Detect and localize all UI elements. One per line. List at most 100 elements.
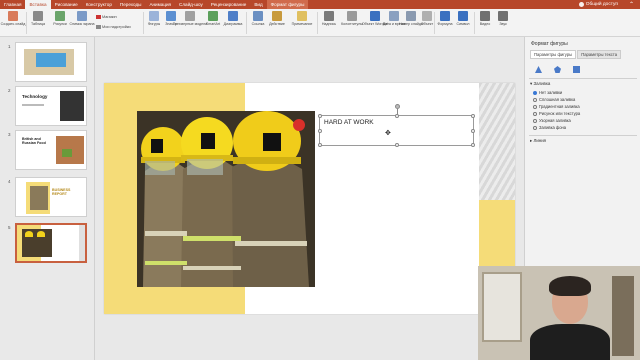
slide-5[interactable]: HARD AT WORK ✥ xyxy=(104,83,515,314)
radio[interactable] xyxy=(533,125,537,130)
tab-animations[interactable]: Анимация xyxy=(145,0,175,9)
textbox-button[interactable]: Надпись xyxy=(318,11,340,26)
resize-handle-e[interactable] xyxy=(471,129,475,133)
thumb-image xyxy=(25,231,33,237)
slide-preview-selected xyxy=(15,223,87,263)
slide-thumbnail-4[interactable]: 4 BUSINESS REPORT xyxy=(0,177,95,217)
slide-thumbnail-3[interactable]: 3 British and Russian Food xyxy=(0,130,95,170)
audio-label: Звук xyxy=(499,22,507,26)
webcam-person-hair xyxy=(549,276,591,296)
resize-handle-s[interactable] xyxy=(395,143,399,147)
cube-icon xyxy=(185,11,195,21)
firefighter-helmets-photo[interactable] xyxy=(137,111,315,287)
header-footer-button[interactable]: Колонтитулы xyxy=(341,11,363,26)
action-button[interactable]: Действие xyxy=(266,11,288,26)
screenshot-icon xyxy=(77,11,87,21)
fill-option-label: Заливка фона xyxy=(539,125,567,130)
screenshot-button[interactable]: Снимок экрана xyxy=(69,11,95,26)
audio-icon xyxy=(498,11,508,21)
3d-models-button[interactable]: Трехмерные модели xyxy=(173,11,207,26)
audio-button[interactable]: Звук xyxy=(492,11,514,26)
store-label: Магазин xyxy=(102,15,117,19)
rotation-handle[interactable] xyxy=(395,104,400,109)
thumb-text-line xyxy=(22,104,44,106)
smartart-label: SmartArt xyxy=(205,22,221,26)
tab-shape-format[interactable]: Формат фигуры xyxy=(266,0,309,9)
slide-title-text[interactable]: HARD AT WORK xyxy=(324,119,374,126)
tab-draw[interactable]: Рисование xyxy=(51,0,82,9)
tab-design[interactable]: Конструктор xyxy=(82,0,116,9)
slide-thumbnail-1[interactable]: 1 xyxy=(0,42,95,82)
slide-number: 3 xyxy=(8,132,11,137)
my-addins-button[interactable]: Мои надстройки xyxy=(96,25,131,29)
radio[interactable] xyxy=(533,104,537,109)
resize-handle-se[interactable] xyxy=(471,143,475,147)
fill-option-background[interactable]: Заливка фона xyxy=(533,125,566,130)
chart-button[interactable]: Диаграмма xyxy=(222,11,244,26)
tab-transitions[interactable]: Переходы xyxy=(116,0,146,9)
radio[interactable] xyxy=(533,118,537,123)
text-box-selected[interactable]: HARD AT WORK ✥ xyxy=(318,104,475,147)
resize-handle-nw[interactable] xyxy=(318,114,322,118)
resize-handle-ne[interactable] xyxy=(471,114,475,118)
panel-title: Формат фигуры xyxy=(531,41,568,47)
line-section-header[interactable]: ▸ Линия xyxy=(530,138,546,144)
link-label: Ссылка xyxy=(251,22,265,26)
radio[interactable] xyxy=(533,111,537,116)
tab-review[interactable]: Рецензирование xyxy=(207,0,250,9)
radio[interactable] xyxy=(533,97,537,102)
fill-option-pattern[interactable]: Узорная заливка xyxy=(533,118,571,123)
comment-icon xyxy=(297,11,307,21)
tab-view[interactable]: Вид xyxy=(250,0,266,9)
smartart-button[interactable]: SmartArt xyxy=(202,11,224,26)
comment-button[interactable]: Примечание xyxy=(291,11,313,26)
screenshot-label: Снимок экрана xyxy=(69,22,95,26)
table-button[interactable]: Таблица xyxy=(27,11,49,26)
resize-handle-sw[interactable] xyxy=(318,143,322,147)
video-icon xyxy=(480,11,490,21)
slide-thumbnail-2[interactable]: 2 Technology xyxy=(0,86,95,126)
symbol-button[interactable]: Символ xyxy=(452,11,474,26)
table-icon xyxy=(33,11,43,21)
radio-selected[interactable] xyxy=(533,90,537,95)
effects-icon[interactable] xyxy=(554,66,561,73)
action-label: Действие xyxy=(269,22,285,26)
header-footer-label: Колонтитулы xyxy=(341,22,363,26)
chart-label: Диаграмма xyxy=(223,22,243,26)
store-button[interactable]: Магазин xyxy=(96,15,117,19)
tab-slideshow[interactable]: Слайд-шоу xyxy=(175,0,207,9)
pictures-button[interactable]: Рисунки xyxy=(49,11,71,26)
tab-text-options[interactable]: Параметры текста xyxy=(577,50,622,59)
fill-option-label: Нет заливки xyxy=(539,90,563,95)
new-slide-label: Создать слайд xyxy=(0,22,26,26)
action-icon xyxy=(272,11,282,21)
textbox-icon xyxy=(324,11,334,21)
slide-preview: BUSINESS REPORT xyxy=(15,177,87,217)
fill-line-icon[interactable] xyxy=(535,66,542,73)
resize-handle-n[interactable] xyxy=(395,114,399,118)
my-addins-label: Мои надстройки xyxy=(102,25,131,29)
tab-insert[interactable]: Вставка xyxy=(25,0,51,9)
fill-option-solid[interactable]: Сплошная заливка xyxy=(533,97,575,102)
webcam-window-background xyxy=(482,272,522,342)
resize-handle-w[interactable] xyxy=(318,129,322,133)
tab-home[interactable]: Главная xyxy=(0,0,25,9)
new-slide-icon xyxy=(8,11,18,21)
fill-option-gradient[interactable]: Градиентная заливка xyxy=(533,104,580,109)
fill-section-header[interactable]: ▾ Заливка xyxy=(530,81,550,87)
collapse-ribbon-icon[interactable]: ⌃ xyxy=(629,1,634,8)
share-button[interactable]: Общий доступ xyxy=(578,0,618,9)
fill-option-picture[interactable]: Рисунок или текстура xyxy=(533,111,580,116)
tab-shape-options[interactable]: Параметры фигуры xyxy=(530,50,577,59)
thumb-title: British and Russian Food xyxy=(22,137,46,146)
fill-option-none[interactable]: Нет заливки xyxy=(533,90,562,95)
panel-divider xyxy=(529,78,637,79)
slide-thumbnails-pane: 1 2 Technology 3 British and Russian Foo… xyxy=(0,37,95,360)
new-slide-button[interactable]: Создать слайд xyxy=(0,11,26,26)
slide-thumbnail-5[interactable]: 5 xyxy=(0,223,95,263)
size-properties-icon[interactable] xyxy=(573,66,580,73)
fill-option-label: Узорная заливка xyxy=(539,118,571,123)
pictures-icon xyxy=(55,11,65,21)
table-label: Таблица xyxy=(30,22,46,26)
texture-image[interactable] xyxy=(479,83,515,200)
